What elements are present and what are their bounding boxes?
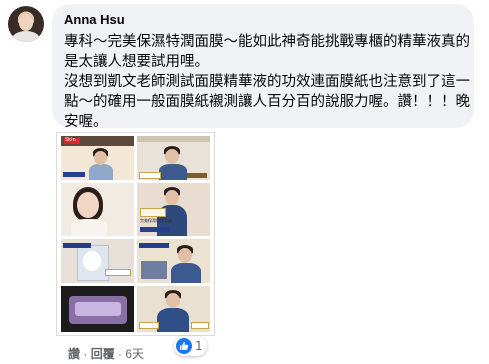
reaction-summary[interactable]: 1 (174, 336, 207, 356)
action-separator: · (114, 347, 126, 361)
comment-bubble: Anna Hsu 專科～完美保濕特潤面膜～能如此神奇能挑戰專櫃的精華液真的是太讓… (52, 4, 474, 130)
photo-caption-4: 完美保濕特潤面膜 (140, 218, 172, 223)
photo-thumbnail-5[interactable] (61, 239, 134, 283)
reaction-count: 1 (195, 339, 203, 353)
attached-photo-collage[interactable]: Skin 完美保濕特潤面膜 (56, 132, 215, 336)
like-reaction-icon (176, 338, 192, 354)
photo-thumbnail-8[interactable] (137, 286, 210, 332)
reply-link[interactable]: 回覆 (91, 347, 115, 361)
comment-text: 專科～完美保濕特潤面膜～能如此神奇能挑戰專櫃的精華液真的是太讓人想要試用哩。 沒… (64, 34, 470, 130)
photo-thumbnail-3[interactable] (61, 183, 134, 236)
comment-actions: 讚 · 回覆 · 6天 (68, 345, 144, 362)
comment-author[interactable]: Anna Hsu (64, 12, 125, 27)
photo-thumbnail-2[interactable] (137, 136, 210, 180)
photo-thumbnail-1[interactable]: Skin (61, 136, 134, 180)
action-separator: · (80, 347, 91, 361)
photo-thumbnail-7[interactable] (61, 286, 134, 332)
like-link[interactable]: 讚 (68, 347, 80, 361)
photo-thumbnail-6[interactable] (137, 239, 210, 283)
photo-caption-1: Skin (65, 137, 76, 143)
commenter-avatar[interactable] (8, 6, 44, 42)
photo-thumbnail-4[interactable]: 完美保濕特潤面膜 (137, 183, 210, 236)
comment-timestamp[interactable]: 6天 (125, 347, 144, 361)
